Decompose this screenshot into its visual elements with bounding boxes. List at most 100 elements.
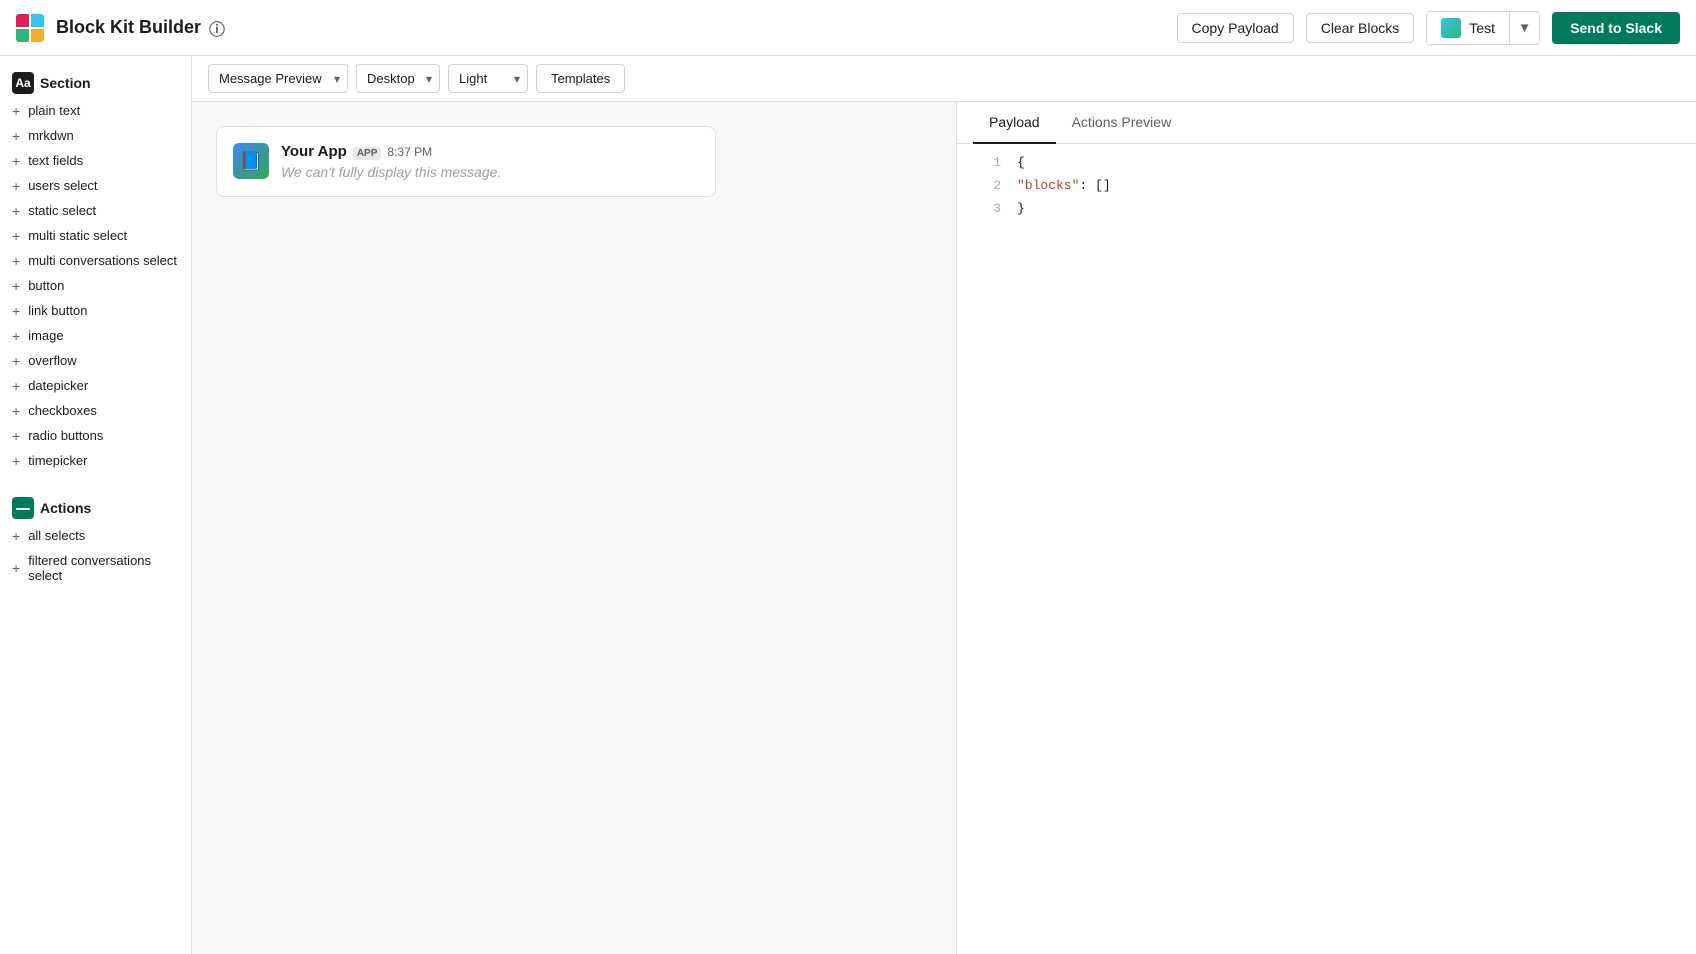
center-panel: Message Preview Modal Preview App Home D…: [192, 56, 1696, 954]
sidebar-item-checkboxes[interactable]: + checkboxes: [0, 398, 191, 423]
plus-icon: +: [12, 429, 20, 443]
device-select-wrapper: Desktop Mobile: [356, 64, 440, 93]
sidebar-item-users-select[interactable]: + users select: [0, 173, 191, 198]
sidebar-item-image[interactable]: + image: [0, 323, 191, 348]
message-preview: 📘 Your App APP 8:37 PM We can't fully di…: [216, 126, 716, 197]
slack-logo-icon: [16, 14, 44, 42]
sidebar-item-label: multi static select: [28, 228, 127, 243]
sidebar-item-text-fields[interactable]: + text fields: [0, 148, 191, 173]
sidebar-item-button[interactable]: + button: [0, 273, 191, 298]
device-select[interactable]: Desktop Mobile: [356, 64, 440, 93]
code-editor: 1 { 2 "blocks": [] 3 }: [957, 144, 1696, 954]
actions-header: Actions: [0, 489, 191, 523]
right-panel: Payload Actions Preview 1 { 2 "blocks": …: [956, 102, 1696, 954]
code-content-3: }: [1017, 199, 1025, 220]
app-name-text: Block Kit Builder: [56, 17, 201, 38]
sidebar-item-label: filtered conversations select: [28, 553, 179, 583]
line-num-1: 1: [973, 153, 1001, 174]
message-body: Your App APP 8:37 PM We can't fully disp…: [281, 143, 699, 180]
sidebar-item-filtered-conversations-select[interactable]: + filtered conversations select: [0, 548, 191, 588]
main-layout: Aa Section + plain text + mrkdwn + text …: [0, 56, 1696, 954]
sidebar-item-label: datepicker: [28, 378, 88, 393]
code-colon: : []: [1079, 178, 1110, 193]
section-badge: Aa: [12, 72, 34, 94]
plus-icon: +: [12, 354, 20, 368]
sidebar-item-label: checkboxes: [28, 403, 97, 418]
section-label: Section: [40, 75, 91, 91]
slack-logo[interactable]: [16, 14, 44, 42]
help-icon[interactable]: ⓘ: [209, 16, 225, 40]
sidebar-item-multi-conversations-select[interactable]: + multi conversations select: [0, 248, 191, 273]
sidebar-item-label: text fields: [28, 153, 83, 168]
sidebar-item-label: all selects: [28, 528, 85, 543]
plus-icon: +: [12, 104, 20, 118]
templates-button[interactable]: Templates: [536, 64, 625, 93]
sidebar-item-radio-buttons[interactable]: + radio buttons: [0, 423, 191, 448]
plus-icon: +: [12, 404, 20, 418]
test-button[interactable]: Test: [1427, 12, 1509, 44]
app-badge: APP: [353, 147, 382, 160]
sidebar-item-label: link button: [28, 303, 87, 318]
plus-icon: +: [12, 561, 20, 575]
toolbar: Message Preview Modal Preview App Home D…: [192, 56, 1696, 102]
code-line-2: 2 "blocks": []: [957, 175, 1696, 198]
plus-icon: +: [12, 129, 20, 143]
sidebar-item-mrkdwn[interactable]: + mrkdwn: [0, 123, 191, 148]
plus-icon: +: [12, 279, 20, 293]
code-line-3: 3 }: [957, 198, 1696, 221]
message-text: We can't fully display this message.: [281, 164, 699, 180]
plus-icon: +: [12, 379, 20, 393]
sidebar-item-label: button: [28, 278, 64, 293]
actions-label: Actions: [40, 500, 91, 516]
sidebar-item-label: mrkdwn: [28, 128, 74, 143]
sidebar-item-label: timepicker: [28, 453, 87, 468]
copy-payload-button[interactable]: Copy Payload: [1177, 13, 1294, 43]
preview-area: 📘 Your App APP 8:37 PM We can't fully di…: [192, 102, 956, 954]
code-content-1: {: [1017, 153, 1025, 174]
test-label: Test: [1469, 20, 1495, 36]
sidebar-item-label: users select: [28, 178, 97, 193]
plus-icon: +: [12, 229, 20, 243]
sidebar-item-label: static select: [28, 203, 96, 218]
panel-tabs: Payload Actions Preview: [957, 102, 1696, 144]
plus-icon: +: [12, 454, 20, 468]
sidebar-gap: [0, 473, 191, 489]
message-time: 8:37 PM: [387, 145, 432, 159]
code-key: "blocks": [1017, 178, 1079, 193]
plus-icon: +: [12, 329, 20, 343]
theme-select[interactable]: Light Dark: [448, 64, 528, 93]
sidebar-item-datepicker[interactable]: + datepicker: [0, 373, 191, 398]
sidebar: Aa Section + plain text + mrkdwn + text …: [0, 56, 192, 954]
plus-icon: +: [12, 179, 20, 193]
send-to-slack-button[interactable]: Send to Slack: [1552, 12, 1680, 44]
line-num-2: 2: [973, 176, 1001, 197]
page-title: Block Kit Builder ⓘ: [56, 16, 225, 40]
tab-payload[interactable]: Payload: [973, 102, 1056, 144]
sidebar-item-overflow[interactable]: + overflow: [0, 348, 191, 373]
tab-actions-preview[interactable]: Actions Preview: [1056, 102, 1188, 144]
sidebar-item-label: radio buttons: [28, 428, 103, 443]
lower-area: 📘 Your App APP 8:37 PM We can't fully di…: [192, 102, 1696, 954]
sidebar-item-label: plain text: [28, 103, 80, 118]
sidebar-item-timepicker[interactable]: + timepicker: [0, 448, 191, 473]
test-button-group: Test ▼: [1426, 11, 1540, 45]
clear-blocks-button[interactable]: Clear Blocks: [1306, 13, 1415, 43]
message-header: Your App APP 8:37 PM: [281, 143, 699, 160]
code-content-2: "blocks": []: [1017, 176, 1111, 197]
sidebar-item-multi-static-select[interactable]: + multi static select: [0, 223, 191, 248]
section-header: Aa Section: [0, 64, 191, 98]
preview-select[interactable]: Message Preview Modal Preview App Home: [208, 64, 348, 93]
plus-icon: +: [12, 204, 20, 218]
sidebar-item-label: overflow: [28, 353, 76, 368]
plus-icon: +: [12, 254, 20, 268]
sidebar-item-all-selects[interactable]: + all selects: [0, 523, 191, 548]
sidebar-item-plain-text[interactable]: + plain text: [0, 98, 191, 123]
actions-badge: [12, 497, 34, 519]
sidebar-item-link-button[interactable]: + link button: [0, 298, 191, 323]
plus-icon: +: [12, 529, 20, 543]
theme-select-wrapper: Light Dark: [448, 64, 528, 93]
sidebar-item-static-select[interactable]: + static select: [0, 198, 191, 223]
test-dropdown-button[interactable]: ▼: [1510, 14, 1539, 41]
line-num-3: 3: [973, 199, 1001, 220]
code-line-1: 1 {: [957, 152, 1696, 175]
